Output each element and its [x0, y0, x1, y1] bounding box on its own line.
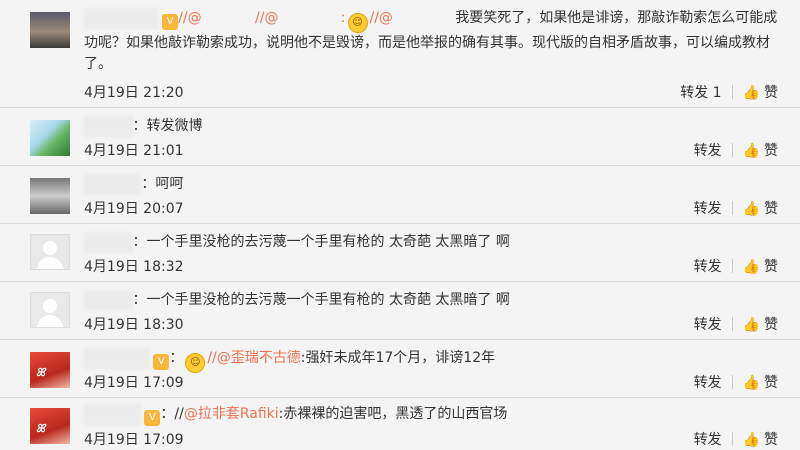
username-link[interactable] — [84, 232, 133, 253]
comment-actions: 转发 👍 赞 — [694, 140, 778, 160]
mention-link[interactable]: //@ — [370, 10, 456, 26]
comment-actions: 转发 👍 赞 — [694, 314, 778, 334]
comment-text: :强奸未成年17个月，诽谤12年 — [300, 350, 496, 366]
user-avatar[interactable] — [30, 234, 70, 270]
thumbs-up-icon: 👍 — [742, 201, 760, 217]
comment-timestamp[interactable]: 4月19日 17:09 — [84, 372, 184, 392]
user-avatar[interactable] — [30, 292, 70, 328]
comment-actions: 转发 👍 赞 — [694, 429, 778, 449]
comment-text: ：呵呵 — [141, 176, 184, 192]
like-label: 赞 — [764, 201, 778, 217]
username-link[interactable] — [84, 290, 133, 311]
divider — [731, 375, 733, 389]
repost-button[interactable]: 转发 1 — [680, 82, 721, 102]
like-button[interactable]: 👍 赞 — [743, 429, 778, 449]
comment-text: :赤裸裸的迫害吧，黑透了的山西官场 — [278, 406, 508, 422]
username-link[interactable] — [84, 404, 142, 425]
mention-link[interactable]: @拉非套Rafiki — [184, 406, 279, 422]
username-link[interactable] — [84, 8, 160, 29]
comment-text: ：一个手里没枪的去污蔑一个手里有枪的 太奇葩 太黑暗了 啊 — [132, 292, 510, 308]
username-link[interactable] — [84, 174, 142, 195]
thumbs-up-icon: 👍 — [742, 143, 760, 159]
comment-item: ：转发微博 4月19日 21:01 转发 👍 赞 — [0, 108, 800, 166]
repost-button[interactable]: 转发 — [694, 372, 722, 392]
like-label: 赞 — [764, 317, 778, 333]
username-link[interactable] — [84, 116, 133, 137]
comment-timestamp[interactable]: 4月19日 18:32 — [84, 256, 184, 276]
vip-badge-icon: V — [144, 410, 161, 426]
like-label: 赞 — [764, 259, 778, 275]
comment-timestamp[interactable]: 4月19日 21:20 — [84, 82, 184, 102]
divider — [731, 143, 733, 157]
divider — [731, 201, 733, 215]
like-button[interactable]: 👍 赞 — [743, 314, 778, 334]
user-avatar[interactable] — [30, 120, 70, 156]
thumbs-up-icon: 👍 — [742, 317, 760, 333]
comment-item: ：一个手里没枪的去污蔑一个手里有枪的 太奇葩 太黑暗了 啊 4月19日 18:3… — [0, 282, 800, 340]
user-avatar[interactable]: ꕤ — [30, 352, 70, 388]
like-button[interactable]: 👍 赞 — [743, 256, 778, 276]
smiley-emoji-icon: ☺ — [185, 353, 206, 373]
divider — [731, 317, 733, 331]
comment-item: ：一个手里没枪的去污蔑一个手里有枪的 太奇葩 太黑暗了 啊 4月19日 18:3… — [0, 224, 800, 282]
comment-list: V//@ //@ : ☺//@ 我要笑死了，如果他是诽谤，那敲诈勒索怎么可能成功呢… — [0, 0, 800, 450]
colon-text: ： — [169, 350, 184, 366]
comment-timestamp[interactable]: 4月19日 17:09 — [84, 429, 184, 449]
thumbs-up-icon: 👍 — [742, 85, 760, 101]
comment-text: ：转发微博 — [132, 118, 203, 134]
repost-button[interactable]: 转发 — [694, 429, 722, 449]
comment-item: ：呵呵 4月19日 20:07 转发 👍 赞 — [0, 166, 800, 224]
like-button[interactable]: 👍 赞 — [743, 82, 778, 102]
like-button[interactable]: 👍 赞 — [743, 198, 778, 218]
comment-timestamp[interactable]: 4月19日 18:30 — [84, 314, 184, 334]
prefix-text: ：// — [160, 406, 184, 422]
vip-badge-icon: V — [162, 14, 179, 30]
divider — [731, 432, 733, 446]
comment-timestamp[interactable]: 4月19日 20:07 — [84, 198, 184, 218]
comment-actions: 转发 👍 赞 — [694, 198, 778, 218]
divider — [731, 259, 733, 273]
vip-badge-icon: V — [153, 354, 170, 370]
smiley-emoji-icon: ☺ — [347, 13, 368, 33]
mention-link[interactable]: //@ : — [255, 10, 345, 26]
thumbs-up-icon: 👍 — [742, 375, 760, 391]
user-avatar[interactable] — [30, 178, 70, 214]
mention-link[interactable]: //@歪瑞不古德 — [207, 350, 300, 366]
user-avatar[interactable]: ꕤ — [30, 408, 70, 444]
comment-text: ：一个手里没枪的去污蔑一个手里有枪的 太奇葩 太黑暗了 啊 — [132, 234, 510, 250]
like-button[interactable]: 👍 赞 — [743, 140, 778, 160]
thumbs-up-icon: 👍 — [742, 432, 760, 448]
thumbs-up-icon: 👍 — [742, 259, 760, 275]
mention-link[interactable]: //@ — [178, 10, 255, 26]
username-link[interactable] — [84, 348, 151, 369]
repost-button[interactable]: 转发 — [694, 140, 722, 160]
like-label: 赞 — [764, 375, 778, 391]
comment-actions: 转发 👍 赞 — [694, 372, 778, 392]
comment-item: ꕤ V ：//@拉非套Rafiki:赤裸裸的迫害吧，黑透了的山西官场 4月19日 … — [0, 398, 800, 450]
divider — [731, 85, 733, 99]
repost-button[interactable]: 转发 — [694, 314, 722, 334]
user-avatar[interactable] — [30, 12, 70, 48]
comment-actions: 转发 👍 赞 — [694, 256, 778, 276]
like-label: 赞 — [764, 85, 778, 101]
comment-item: ꕤ V： ☺//@歪瑞不古德:强奸未成年17个月，诽谤12年 4月19日 17:0… — [0, 340, 800, 398]
like-button[interactable]: 👍 赞 — [743, 372, 778, 392]
repost-button[interactable]: 转发 — [694, 256, 722, 276]
comment-item: V//@ //@ : ☺//@ 我要笑死了，如果他是诽谤，那敲诈勒索怎么可能成功呢… — [0, 0, 800, 108]
comment-actions: 转发 1 👍 赞 — [680, 82, 778, 102]
repost-button[interactable]: 转发 — [694, 198, 722, 218]
like-label: 赞 — [764, 143, 778, 159]
comment-timestamp[interactable]: 4月19日 21:01 — [84, 140, 184, 160]
like-label: 赞 — [764, 432, 778, 448]
